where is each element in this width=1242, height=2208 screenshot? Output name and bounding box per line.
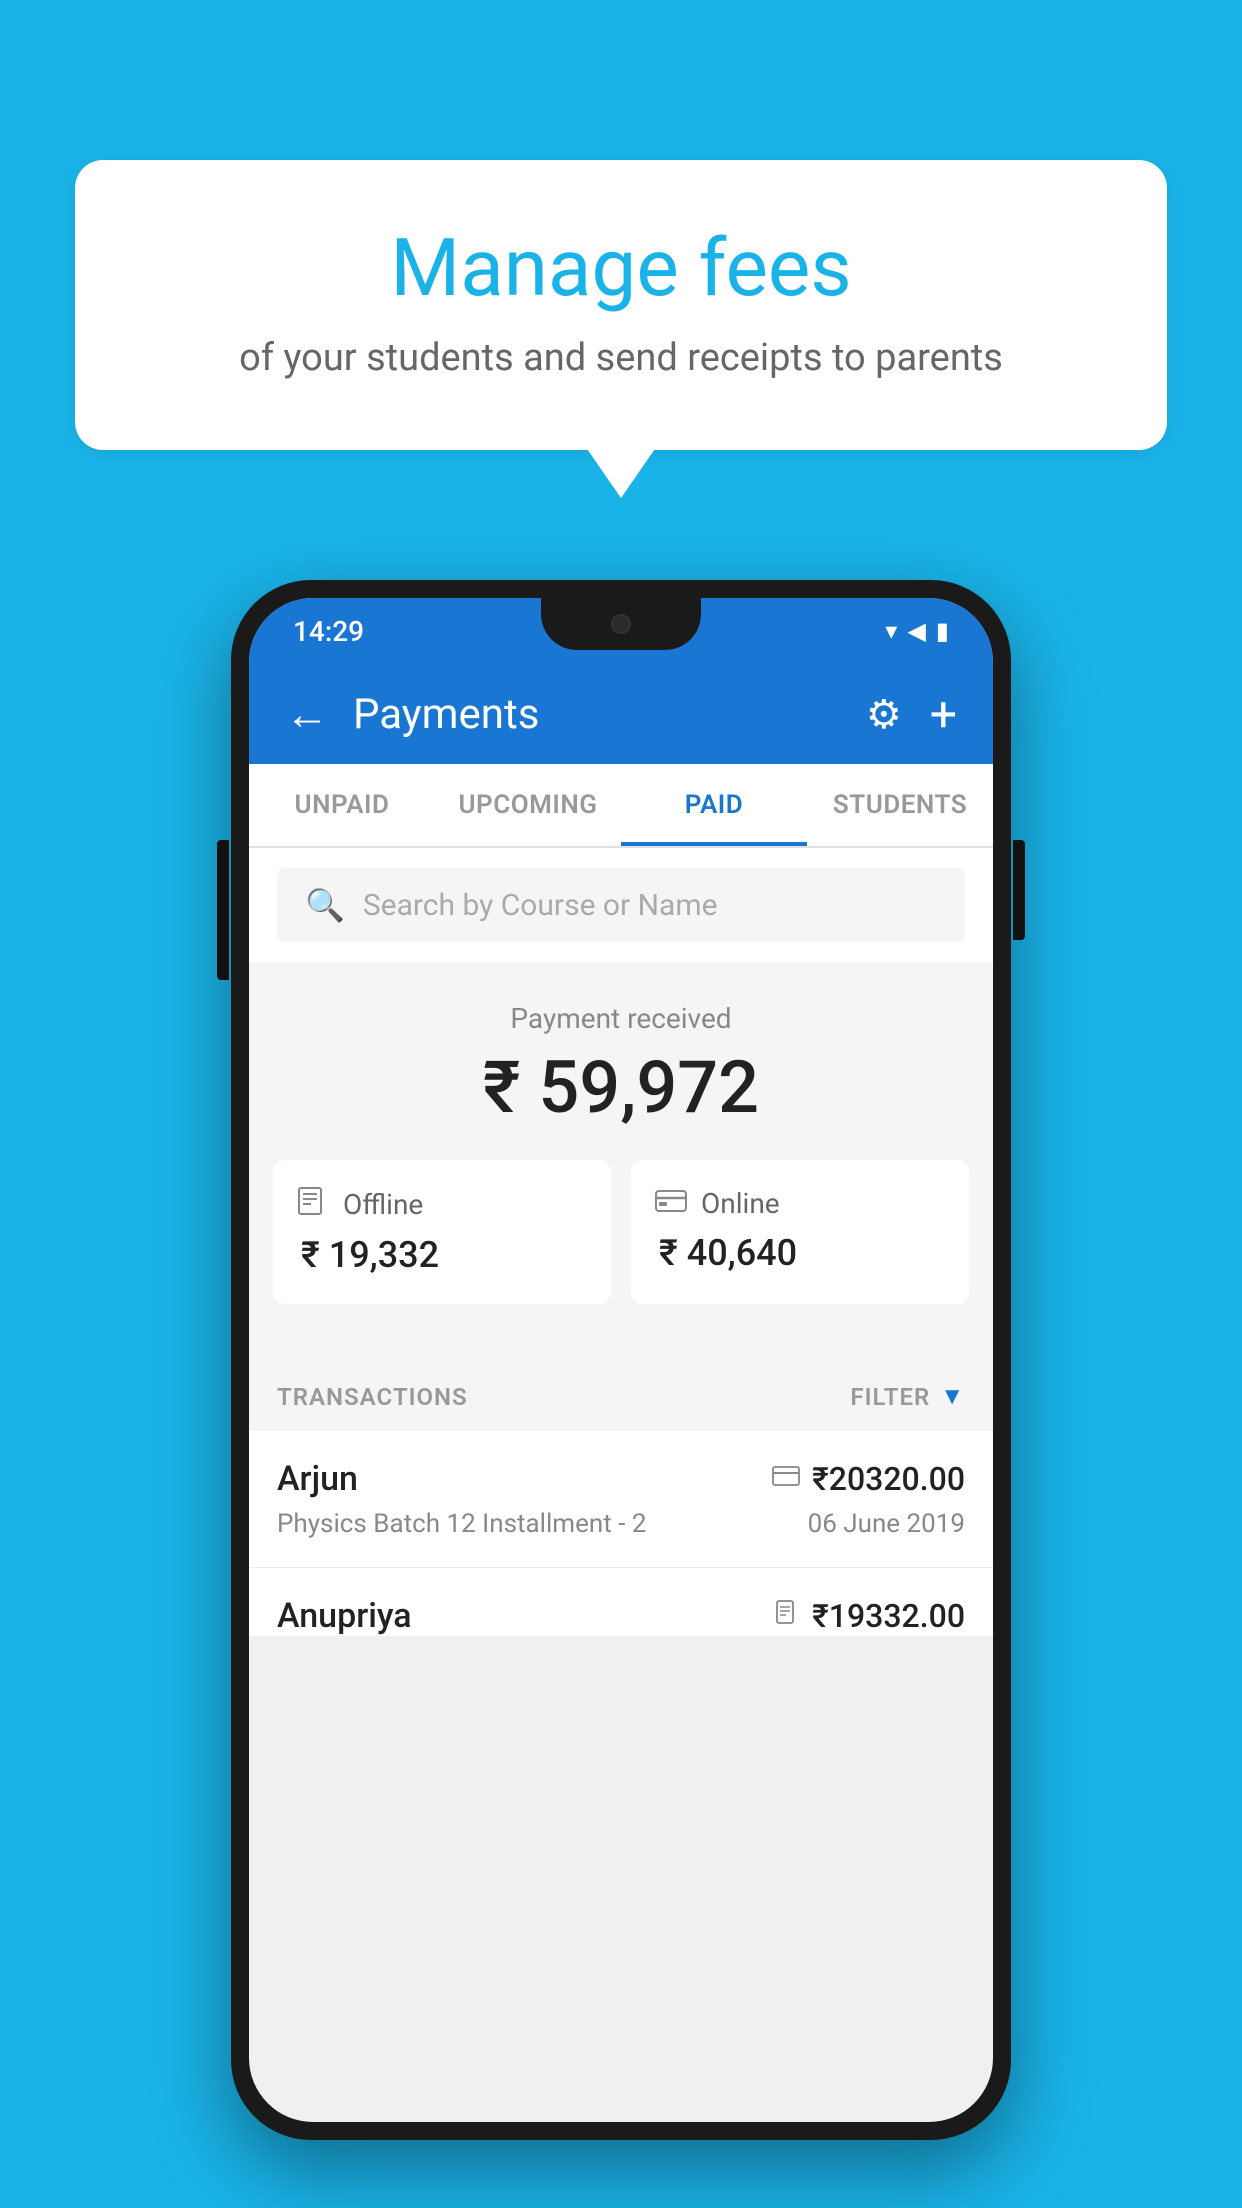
transaction-1-name: Arjun	[277, 1459, 358, 1499]
online-label: Online	[701, 1187, 780, 1220]
wifi-icon: ▾	[885, 617, 897, 645]
online-card-top: Online	[655, 1184, 780, 1222]
tab-unpaid[interactable]: UNPAID	[249, 764, 435, 846]
transaction-2-method-icon	[776, 1600, 800, 1633]
transaction-1-course: Physics Batch 12 Installment - 2	[277, 1509, 646, 1539]
transaction-row-1[interactable]: Arjun ₹20320.00 Physics Batch 12	[249, 1431, 993, 1568]
tab-upcoming[interactable]: UPCOMING	[435, 764, 621, 846]
transaction-2-amount-row: ₹19332.00	[776, 1597, 965, 1635]
payment-received-label: Payment received	[249, 1002, 993, 1035]
payment-summary: Payment received ₹ 59,972	[249, 962, 993, 1358]
online-card: Online ₹ 40,640	[631, 1160, 969, 1304]
payment-cards: Offline ₹ 19,332	[249, 1160, 993, 1328]
tab-paid[interactable]: PAID	[621, 764, 807, 846]
tab-students[interactable]: STUDENTS	[807, 764, 993, 846]
add-button[interactable]: +	[930, 686, 957, 743]
transactions-header: TRANSACTIONS FILTER ▼	[249, 1358, 993, 1431]
transaction-1-bottom: Physics Batch 12 Installment - 2 06 June…	[277, 1509, 965, 1539]
search-icon: 🔍	[305, 886, 345, 924]
phone-frame: 14:29 ▾ ◀ ▮ ← Payments ⚙ + UNPAID	[231, 580, 1011, 2140]
back-button[interactable]: ←	[285, 688, 329, 740]
speech-bubble-title: Manage fees	[155, 220, 1087, 316]
offline-amount: ₹ 19,332	[297, 1234, 439, 1276]
transaction-1-date: 06 June 2019	[808, 1509, 965, 1539]
transaction-1-method-icon	[772, 1464, 800, 1494]
transaction-1-amount-row: ₹20320.00	[772, 1460, 965, 1498]
transaction-1-amount: ₹20320.00	[812, 1460, 965, 1498]
transaction-2-amount: ₹19332.00	[812, 1597, 965, 1635]
page-title: Payments	[353, 690, 866, 739]
online-amount: ₹ 40,640	[655, 1232, 797, 1274]
phone-screen: 14:29 ▾ ◀ ▮ ← Payments ⚙ + UNPAID	[249, 598, 993, 2122]
transactions-label: TRANSACTIONS	[277, 1383, 468, 1411]
offline-label: Offline	[343, 1188, 423, 1221]
status-icons: ▾ ◀ ▮	[885, 617, 949, 645]
offline-card-top: Offline	[297, 1184, 423, 1224]
filter-label: FILTER	[850, 1383, 930, 1411]
payment-total: ₹ 59,972	[249, 1045, 993, 1130]
app-header: ← Payments ⚙ +	[249, 664, 993, 764]
offline-card: Offline ₹ 19,332	[273, 1160, 611, 1304]
phone-notch	[541, 598, 701, 650]
camera	[611, 614, 631, 634]
settings-button[interactable]: ⚙	[866, 691, 902, 738]
speech-bubble: Manage fees of your students and send re…	[75, 160, 1167, 450]
transaction-row-2[interactable]: Anupriya ₹19332.00	[249, 1568, 993, 1636]
filter-icon: ▼	[940, 1382, 965, 1411]
transaction-1-top: Arjun ₹20320.00	[277, 1459, 965, 1499]
speech-bubble-subtitle: of your students and send receipts to pa…	[155, 336, 1087, 380]
filter-button[interactable]: FILTER ▼	[850, 1382, 965, 1411]
transaction-2-name: Anupriya	[277, 1596, 412, 1636]
offline-icon	[297, 1184, 329, 1224]
search-container: 🔍 Search by Course or Name	[249, 848, 993, 962]
online-icon	[655, 1184, 687, 1222]
status-time: 14:29	[293, 615, 364, 648]
signal-icon: ◀	[907, 617, 925, 645]
search-input[interactable]: Search by Course or Name	[363, 888, 718, 923]
battery-icon: ▮	[936, 617, 949, 645]
search-box[interactable]: 🔍 Search by Course or Name	[277, 868, 965, 942]
phone-device: 14:29 ▾ ◀ ▮ ← Payments ⚙ + UNPAID	[231, 580, 1011, 2140]
transaction-2-top: Anupriya ₹19332.00	[277, 1596, 965, 1636]
tabs-bar: UNPAID UPCOMING PAID STUDENTS	[249, 764, 993, 848]
